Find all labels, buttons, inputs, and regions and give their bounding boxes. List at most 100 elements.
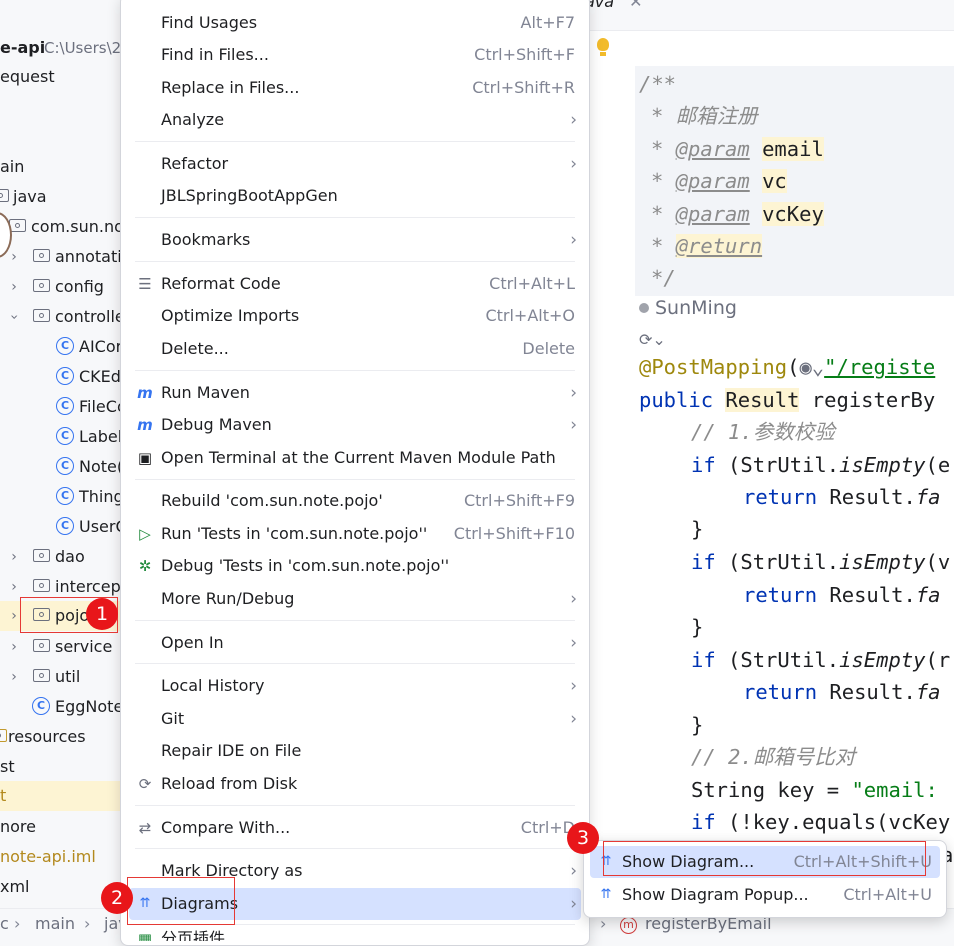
chevron-right-icon[interactable]: › — [7, 601, 21, 631]
menu-separator — [135, 261, 575, 262]
annotation-box-diagrams — [127, 877, 235, 925]
menu-item-shortcut: Ctrl+Alt+O — [485, 306, 575, 325]
editor-tab[interactable]: ava ✕ — [585, 0, 643, 11]
code-line: return Result.fa — [743, 485, 941, 509]
folder-icon — [33, 309, 50, 322]
menu-item-replace-in-files[interactable]: Replace in Files... Ctrl+Shift+R — [129, 72, 581, 104]
tree-item-label: equest — [0, 67, 55, 86]
menu-item-delete[interactable]: Delete... Delete — [129, 333, 581, 365]
close-icon[interactable]: ✕ — [629, 0, 642, 11]
menu-item-label: Find Usages — [161, 13, 258, 32]
tree-item-label: note-api.iml — [0, 847, 96, 866]
tree-item-label: xml — [0, 877, 30, 896]
tree-item-label: dao — [55, 547, 85, 566]
menu-item-run-maven[interactable]: m Run Maven › — [129, 377, 581, 409]
submenu-arrow-icon: › — [570, 230, 577, 250]
code-line: if (StrUtil.isEmpty(r — [691, 648, 951, 672]
folder-icon — [33, 669, 50, 682]
author-hint[interactable]: SunMing — [639, 297, 737, 319]
menu-item-optimize-imports[interactable]: Optimize Imports Ctrl+Alt+O — [129, 300, 581, 332]
menu-item-label: Open Terminal at the Current Maven Modul… — [161, 448, 556, 467]
menu-item-label: Rebuild 'com.sun.note.pojo' — [161, 491, 383, 510]
menu-item-repair-ide[interactable]: Repair IDE on File — [129, 735, 581, 767]
menu-item-reload-from-disk[interactable]: ⟳ Reload from Disk — [129, 768, 581, 800]
debug-bug-icon: ✲ — [138, 557, 152, 575]
menu-item-reformat-code[interactable]: ☰ Reformat Code Ctrl+Alt+L — [129, 268, 581, 300]
folder-icon — [0, 189, 9, 202]
menu-item-analyze[interactable]: Analyze › — [129, 104, 581, 136]
code-line: * @param vcKey — [651, 202, 824, 226]
menu-item-find-usages[interactable]: Find Usages Alt+F7 — [129, 7, 581, 39]
submenu-arrow-icon: › — [570, 589, 577, 609]
tree-item-label: ain — [0, 157, 25, 176]
menu-item-label: Bookmarks — [161, 230, 251, 249]
menu-item-label: Run 'Tests in 'com.sun.note.pojo'' — [161, 524, 428, 543]
menu-item-shortcut: Ctrl+Shift+F10 — [453, 524, 575, 543]
context-menu: Find Usages Alt+F7 Find in Files... Ctrl… — [120, 0, 590, 946]
menu-item-label: Optimize Imports — [161, 306, 300, 325]
menu-item-jbl-springboot[interactable]: JBLSpringBootAppGen — [129, 180, 581, 212]
chevron-right-icon[interactable]: › — [7, 542, 21, 572]
tree-item-label: CKEd — [79, 367, 121, 386]
menu-item-rebuild[interactable]: Rebuild 'com.sun.note.pojo' Ctrl+Shift+F… — [129, 485, 581, 517]
menu-item-show-diagram-popup[interactable]: ⇈ Show Diagram Popup... Ctrl+Alt+U — [590, 879, 940, 911]
lightbulb-base — [600, 52, 606, 56]
chevron-down-icon[interactable]: › — [0, 310, 29, 324]
menu-item-local-history[interactable]: Local History › — [129, 670, 581, 702]
menu-item-label: Replace in Files... — [161, 78, 300, 97]
run-icon: ▷ — [139, 525, 151, 543]
submenu-arrow-icon: › — [570, 154, 577, 174]
class-icon: C — [56, 427, 74, 445]
menu-item-find-in-files[interactable]: Find in Files... Ctrl+Shift+F — [129, 39, 581, 71]
code-line: return Result.fa — [743, 583, 941, 607]
tree-root-name: e-api — [0, 38, 46, 57]
maven-debug-icon: m — [137, 416, 153, 434]
code-line: if (StrUtil.isEmpty(e — [691, 453, 951, 477]
tree-item-label: Note( — [79, 457, 124, 476]
code-line: return Result.fa — [743, 680, 941, 704]
tree-item-label: Thing — [79, 487, 124, 506]
menu-item-label: Debug Maven — [161, 415, 272, 434]
chevron-right-icon[interactable]: › — [7, 632, 21, 662]
code-line: @PostMapping(◉⌄"/registe — [639, 355, 936, 379]
breadcrumb-item[interactable]: c — [0, 914, 9, 933]
menu-item-compare-with[interactable]: ⇄ Compare With... Ctrl+D — [129, 812, 581, 844]
tree-item-label: java — [13, 187, 47, 206]
chevron-right-icon[interactable]: › — [7, 272, 21, 302]
menu-item-refactor[interactable]: Refactor › — [129, 148, 581, 180]
compare-icon: ⇄ — [138, 819, 152, 837]
maven-run-icon: m — [137, 384, 153, 402]
project-tree-panel: e-api C:\Users\2 equest ain java com.sun… — [0, 0, 140, 941]
code-editor[interactable]: ava ✕ /** * 邮箱注册 * @param email * @param… — [585, 0, 954, 941]
menu-item-bookmarks[interactable]: Bookmarks › — [129, 224, 581, 256]
menu-item-shortcut: Alt+F7 — [520, 13, 575, 32]
submenu-arrow-icon: › — [570, 415, 577, 435]
tree-item-label: resources — [8, 727, 86, 746]
tree-item[interactable]: t — [0, 781, 140, 811]
menu-item-open-in[interactable]: Open In › — [129, 627, 581, 659]
chevron-right-icon[interactable]: › — [7, 242, 21, 272]
annotation-badge-3: 3 — [567, 822, 599, 854]
chevron-right-icon[interactable]: › — [7, 572, 21, 602]
menu-separator — [135, 370, 575, 371]
menu-item-debug-tests[interactable]: ✲ Debug 'Tests in 'com.sun.note.pojo'' — [129, 550, 581, 582]
menu-item-shortcut: Ctrl+Alt+U — [843, 885, 932, 904]
menu-item-more-run-debug[interactable]: More Run/Debug › — [129, 583, 581, 615]
menu-item-pagination-plugin[interactable]: ▦ 分页插件 — [129, 929, 581, 941]
lightbulb-icon[interactable] — [597, 38, 609, 51]
endpoint-gutter-icon[interactable]: ⟳⌄ — [639, 330, 666, 349]
annotation-badge-2: 2 — [101, 882, 133, 914]
tree-item-label: service — [55, 637, 113, 656]
menu-item-label: Run Maven — [161, 383, 250, 402]
breadcrumb-item[interactable]: main — [35, 914, 75, 933]
menu-item-label: Find in Files... — [161, 45, 269, 64]
menu-item-git[interactable]: Git › — [129, 703, 581, 735]
chevron-right-icon[interactable]: › — [7, 662, 21, 692]
menu-item-debug-maven[interactable]: m Debug Maven › — [129, 409, 581, 441]
menu-separator — [135, 848, 575, 849]
submenu-arrow-icon: › — [570, 633, 577, 653]
menu-item-label: 分页插件 — [161, 929, 226, 941]
menu-item-run-tests[interactable]: ▷ Run 'Tests in 'com.sun.note.pojo'' Ctr… — [129, 518, 581, 550]
menu-item-open-terminal[interactable]: ▣ Open Terminal at the Current Maven Mod… — [129, 442, 581, 474]
code-line: // 2.邮箱号比对 — [691, 745, 856, 769]
